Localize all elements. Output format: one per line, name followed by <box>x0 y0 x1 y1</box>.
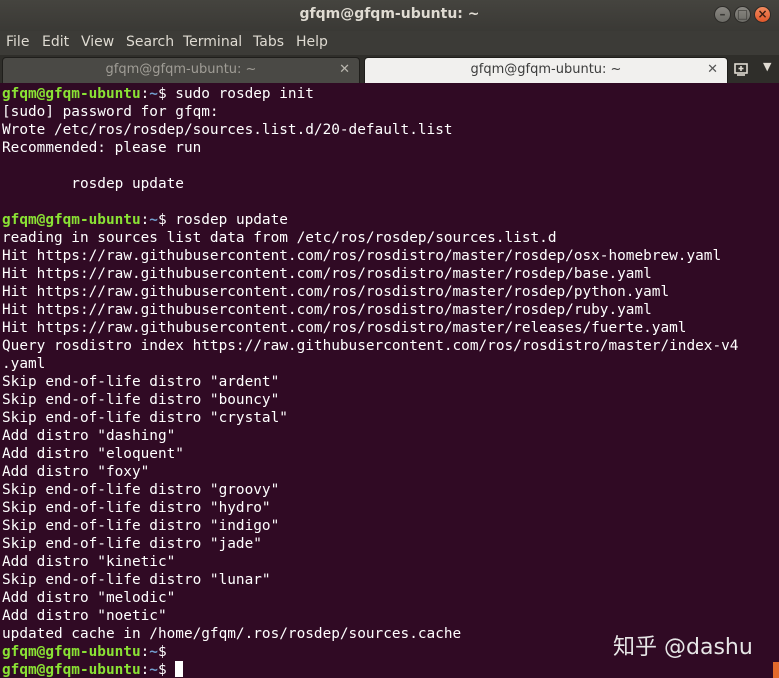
prompt-path: ~ <box>149 86 158 102</box>
output-line: rosdep update <box>2 176 184 192</box>
prompt-separator: : <box>140 662 150 678</box>
output-line: Add distro "noetic" <box>2 608 167 624</box>
command-text: sudo rosdep init <box>175 86 314 102</box>
prompt-user: gfqm@gfqm-ubuntu <box>2 212 141 228</box>
output-line: Add distro "foxy" <box>2 464 150 480</box>
output-line: Skip end-of-life distro "indigo" <box>2 518 280 534</box>
prompt-path: ~ <box>149 644 158 660</box>
prompt-line: gfqm@gfqm-ubuntu:~$ <box>2 643 175 661</box>
minimize-icon[interactable]: – <box>714 6 731 23</box>
tab-menu-chevron-down-icon[interactable]: ▼ <box>763 60 771 73</box>
output-line: Query rosdistro index https://raw.github… <box>2 338 739 354</box>
output-line: Add distro "kinetic" <box>2 554 176 570</box>
text-cursor <box>175 661 184 677</box>
output-line: Add distro "dashing" <box>2 428 176 444</box>
scrollbar-marker[interactable] <box>773 662 779 678</box>
prompt-sigil: $ <box>157 662 176 678</box>
output-line: Hit https://raw.githubusercontent.com/ro… <box>2 320 687 336</box>
menu-bar: File Edit View Search Terminal Tabs Help <box>0 31 779 55</box>
output-line: Recommended: please run <box>2 140 202 156</box>
prompt-user: gfqm@gfqm-ubuntu <box>2 644 141 660</box>
close-icon[interactable]: ✕ <box>707 58 718 82</box>
tab-label: gfqm@gfqm-ubuntu: ~ <box>105 62 257 77</box>
title-bar[interactable]: gfqm@gfqm-ubuntu: ~ – □ × <box>0 0 779 31</box>
prompt-separator: : <box>140 644 150 660</box>
window-controls: – □ × <box>714 6 771 23</box>
menu-terminal[interactable]: Terminal <box>183 34 242 50</box>
output-line: Skip end-of-life distro "lunar" <box>2 572 271 588</box>
menu-file[interactable]: File <box>6 34 29 50</box>
menu-help[interactable]: Help <box>296 34 328 50</box>
output-line: Skip end-of-life distro "hydro" <box>2 500 271 516</box>
command-text: rosdep update <box>175 212 288 228</box>
prompt-path: ~ <box>149 212 158 228</box>
tab-bar: gfqm@gfqm-ubuntu: ~ ✕ gfqm@gfqm-ubuntu: … <box>0 55 779 83</box>
output-line: Hit https://raw.githubusercontent.com/ro… <box>2 284 670 300</box>
output-line: [sudo] password for gfqm: <box>2 104 219 120</box>
menu-search[interactable]: Search <box>126 34 174 50</box>
tab-label: gfqm@gfqm-ubuntu: ~ <box>470 62 622 77</box>
maximize-icon[interactable]: □ <box>734 6 751 23</box>
window-title: gfqm@gfqm-ubuntu: ~ <box>299 6 480 22</box>
output-line: Wrote /etc/ros/rosdep/sources.list.d/20-… <box>2 122 453 138</box>
prompt-line: gfqm@gfqm-ubuntu:~$ sudo rosdep init <box>2 85 314 103</box>
menu-edit[interactable]: Edit <box>42 34 69 50</box>
close-icon[interactable]: × <box>754 6 771 23</box>
output-line: Add distro "melodic" <box>2 590 176 606</box>
output-line: Skip end-of-life distro "ardent" <box>2 374 280 390</box>
prompt-user: gfqm@gfqm-ubuntu <box>2 86 141 102</box>
output-line: Add distro "eloquent" <box>2 446 184 462</box>
prompt-user: gfqm@gfqm-ubuntu <box>2 662 141 678</box>
tab-1[interactable]: gfqm@gfqm-ubuntu: ~ ✕ <box>2 57 360 83</box>
tab-2[interactable]: gfqm@gfqm-ubuntu: ~ ✕ <box>364 57 728 83</box>
prompt-sigil: $ <box>157 86 176 102</box>
output-line: Skip end-of-life distro "bouncy" <box>2 392 280 408</box>
output-line: Skip end-of-life distro "crystal" <box>2 410 288 426</box>
menu-view[interactable]: View <box>81 34 114 50</box>
prompt-sigil: $ <box>157 644 176 660</box>
output-line: .yaml <box>2 356 46 372</box>
close-icon[interactable]: ✕ <box>339 58 350 82</box>
prompt-sigil: $ <box>157 212 176 228</box>
prompt-line: gfqm@gfqm-ubuntu:~$ <box>2 661 184 678</box>
output-line: updated cache in /home/gfqm/.ros/rosdep/… <box>2 626 462 642</box>
new-tab-icon[interactable] <box>733 61 751 77</box>
prompt-separator: : <box>140 86 150 102</box>
prompt-path: ~ <box>149 662 158 678</box>
output-line: reading in sources list data from /etc/r… <box>2 230 557 246</box>
terminal-window: gfqm@gfqm-ubuntu: ~ – □ × File Edit View… <box>0 0 779 678</box>
output-line: Skip end-of-life distro "jade" <box>2 536 262 552</box>
watermark: 知乎 @dashu <box>613 635 753 660</box>
terminal-output[interactable]: gfqm@gfqm-ubuntu:~$ sudo rosdep init [sud… <box>0 83 779 678</box>
output-line: Skip end-of-life distro "groovy" <box>2 482 280 498</box>
prompt-separator: : <box>140 212 150 228</box>
output-line: Hit https://raw.githubusercontent.com/ro… <box>2 302 652 318</box>
prompt-line: gfqm@gfqm-ubuntu:~$ rosdep update <box>2 211 288 229</box>
menu-tabs[interactable]: Tabs <box>253 34 284 50</box>
output-line: Hit https://raw.githubusercontent.com/ro… <box>2 248 722 264</box>
output-line: Hit https://raw.githubusercontent.com/ro… <box>2 266 652 282</box>
